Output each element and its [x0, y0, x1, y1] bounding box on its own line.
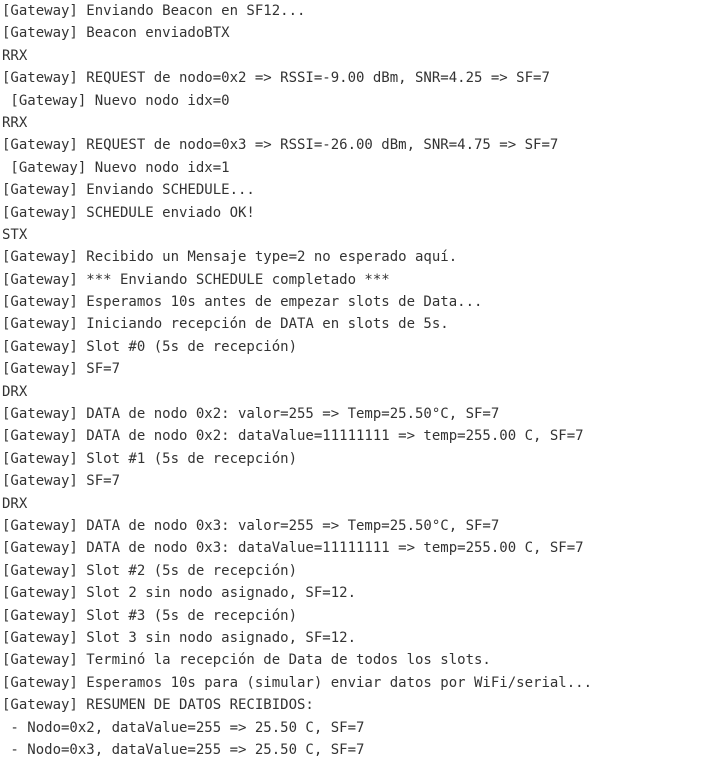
serial-console-output: [Gateway] Enviando Beacon en SF12... [Ga…: [0, 0, 701, 765]
log-line: [Gateway] Iniciando recepción de DATA en…: [2, 316, 449, 333]
log-line: [Gateway] Enviando Beacon en SF12...: [2, 3, 306, 19]
log-line: [Gateway] Recibido un Mensaje type=2 no …: [2, 249, 458, 266]
log-line: [Gateway] SCHEDULE enviado OK!: [2, 204, 255, 221]
log-line: [Gateway] Enviando SCHEDULE...: [2, 182, 255, 199]
log-line: - Nodo=0x3, dataValue=255 => 25.50 C, SF…: [2, 741, 365, 758]
log-line: RRX: [2, 47, 28, 64]
log-line: [Gateway] Nuevo nodo idx=1: [2, 159, 230, 176]
log-line: STX: [2, 226, 28, 243]
log-line: [Gateway] Slot #0 (5s de recepción): [2, 338, 298, 355]
log-line: [Gateway] Beacon enviadoBTX: [2, 25, 230, 42]
log-line: [Gateway] Slot #1 (5s de recepción): [2, 450, 298, 467]
log-line: [Gateway] Slot #2 (5s de recepción): [2, 562, 298, 579]
log-line: [Gateway] Terminó la recepción de Data d…: [2, 652, 491, 669]
log-line: [Gateway] *** Enviando SCHEDULE completa…: [2, 271, 390, 288]
log-line: [Gateway] Nuevo nodo idx=0: [2, 92, 230, 109]
log-line: [Gateway] Slot 2 sin nodo asignado, SF=1…: [2, 585, 357, 602]
log-line: [Gateway] SF=7: [2, 361, 121, 378]
log-line: [Gateway] Esperamos 10s para (simular) e…: [2, 674, 593, 691]
log-line: [Gateway] RESUMEN DE DATOS RECIBIDOS:: [2, 697, 314, 714]
log-line: [Gateway] Slot 3 sin nodo asignado, SF=1…: [2, 629, 357, 646]
log-line: [Gateway] DATA de nodo 0x3: valor=255 =>…: [2, 517, 500, 534]
log-line: [Gateway] Esperamos 10s antes de empezar…: [2, 294, 483, 311]
log-line: DRX: [2, 383, 28, 400]
log-line: [Gateway] DATA de nodo 0x3: dataValue=11…: [2, 540, 584, 557]
log-line: [Gateway] REQUEST de nodo=0x3 => RSSI=-2…: [2, 137, 559, 154]
log-line: RRX: [2, 114, 28, 131]
log-line: [Gateway] DATA de nodo 0x2: dataValue=11…: [2, 428, 584, 445]
log-line: - Nodo=0x2, dataValue=255 => 25.50 C, SF…: [2, 719, 365, 736]
log-line: DRX: [2, 495, 28, 512]
log-line: [Gateway] REQUEST de nodo=0x2 => RSSI=-9…: [2, 70, 550, 87]
log-line: [Gateway] Slot #3 (5s de recepción): [2, 607, 298, 624]
log-line: [Gateway] SF=7: [2, 473, 121, 490]
log-line: [Gateway] DATA de nodo 0x2: valor=255 =>…: [2, 406, 500, 423]
